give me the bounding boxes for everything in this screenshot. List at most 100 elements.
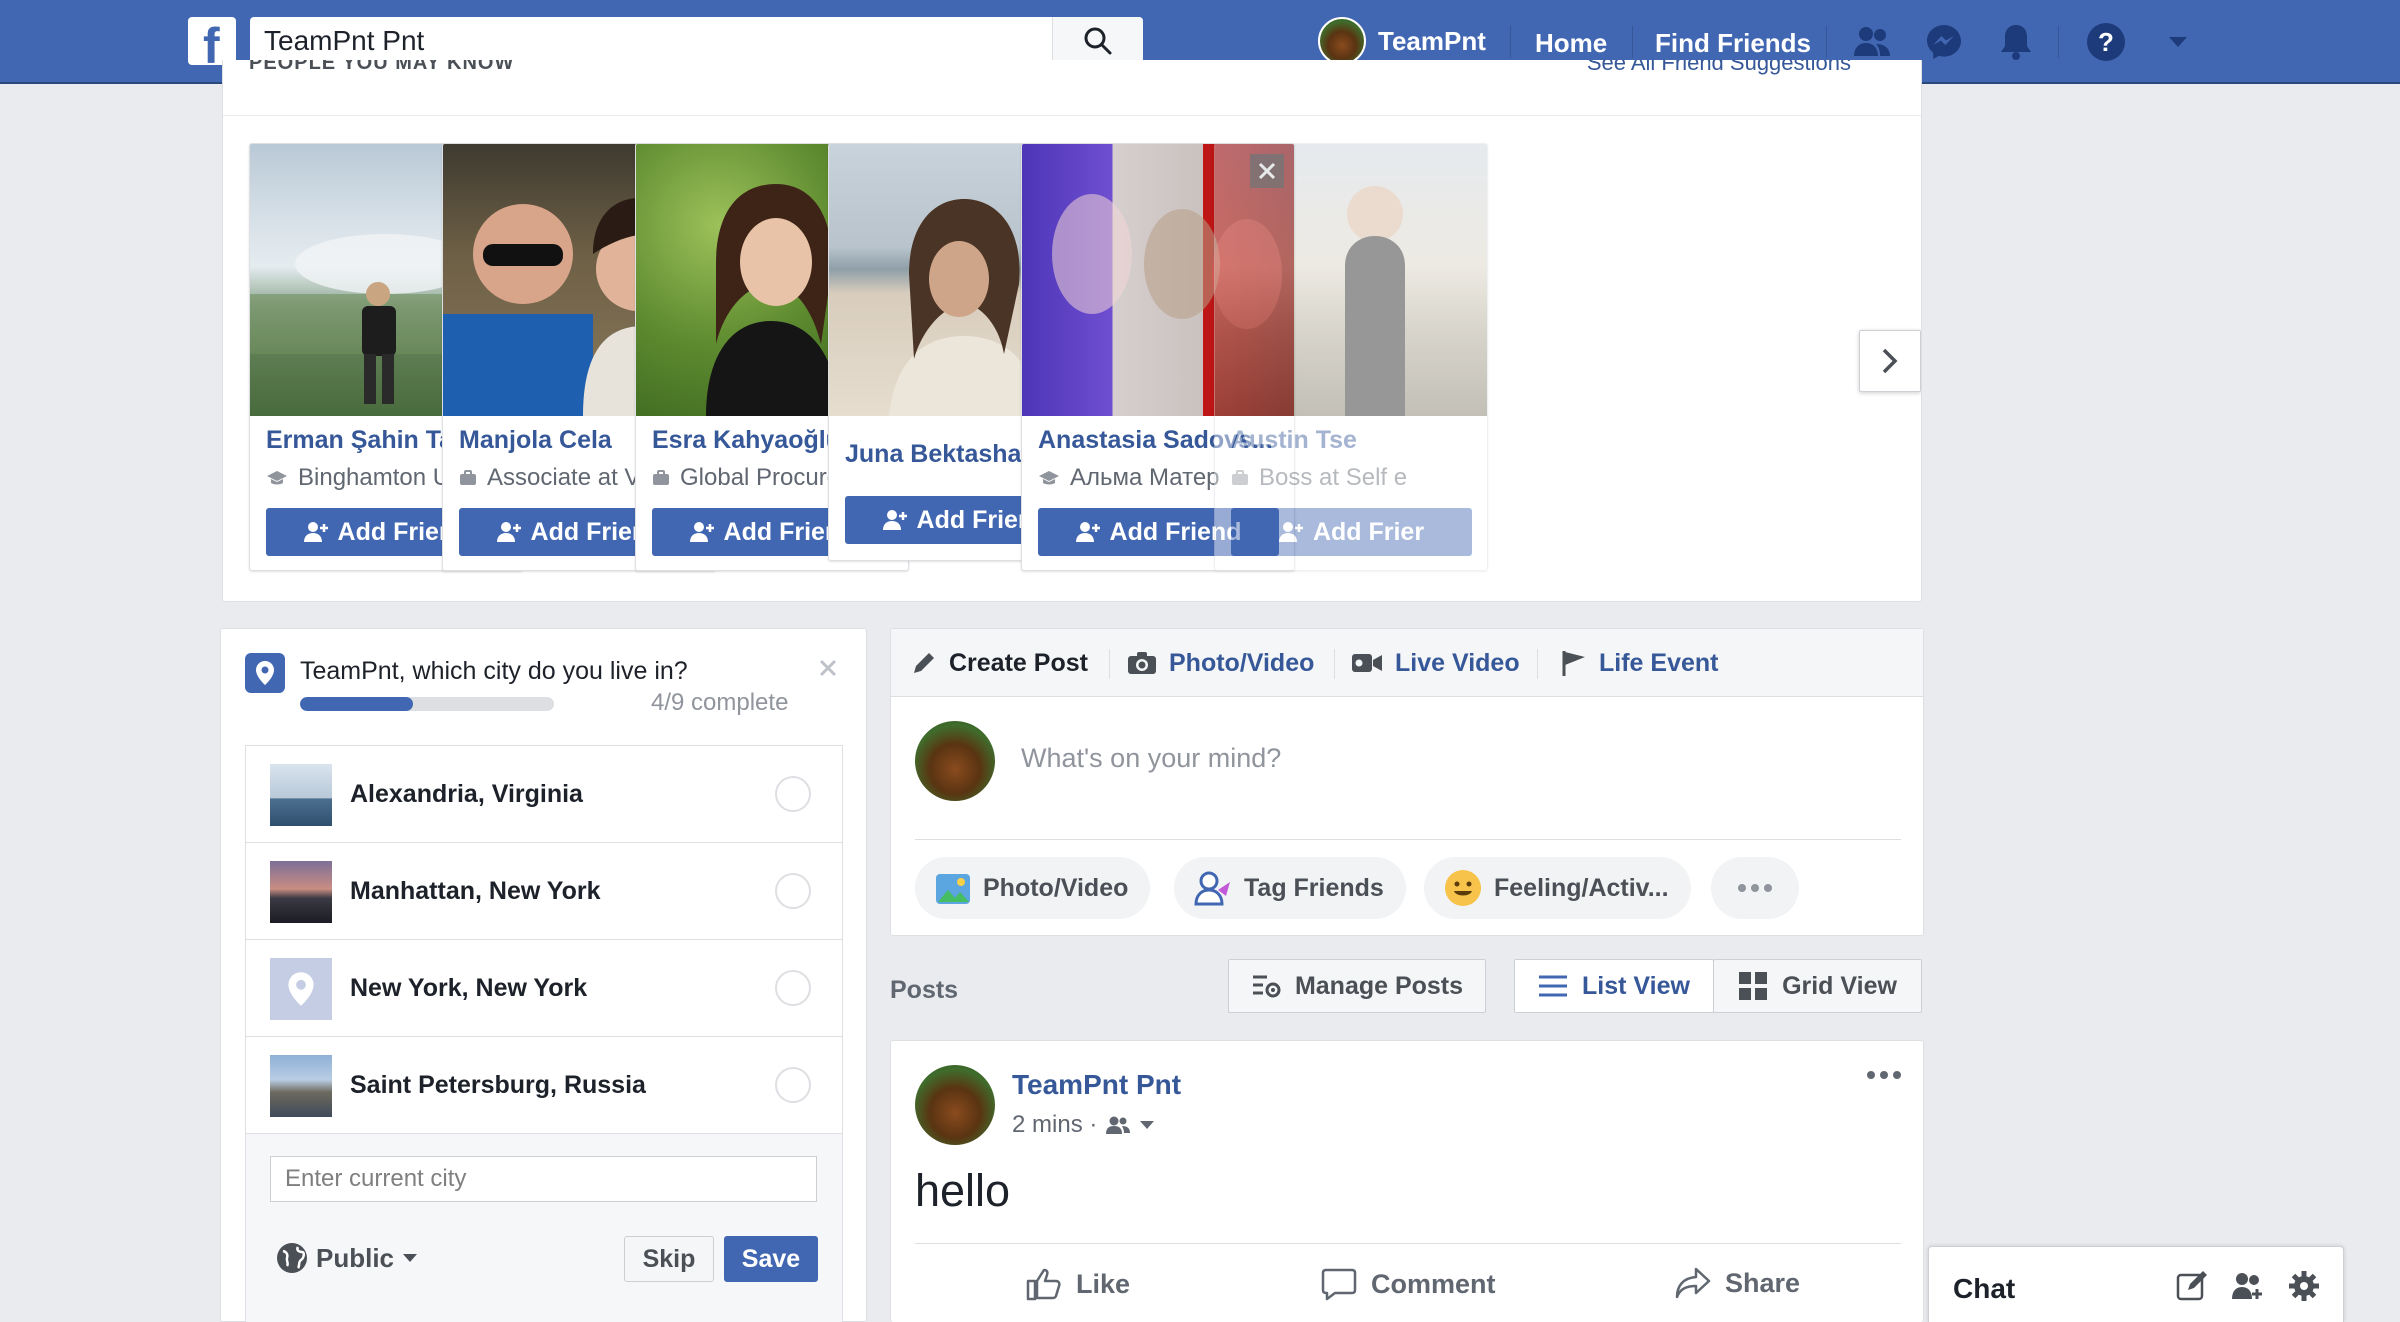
progress-count: 4/9 complete bbox=[651, 689, 789, 716]
grid-view-button[interactable]: Grid View bbox=[1713, 959, 1922, 1013]
add-friend-icon bbox=[496, 522, 521, 542]
post-text: hello bbox=[915, 1165, 1011, 1216]
city-thumbnail bbox=[270, 764, 332, 826]
suggestion-subtitle: Boss at Self e bbox=[1231, 464, 1481, 492]
privacy-label: Public bbox=[316, 1242, 395, 1273]
post-timestamp[interactable]: 2 mins · bbox=[1012, 1111, 1097, 1139]
tab-live-video[interactable]: Live Video bbox=[1351, 629, 1520, 697]
flag-icon bbox=[1562, 651, 1585, 676]
friends-audience-icon[interactable] bbox=[1105, 1115, 1131, 1135]
friend-requests-icon[interactable] bbox=[1852, 22, 1892, 62]
post-meta: 2 mins · bbox=[1012, 1111, 1155, 1139]
next-suggestions-button[interactable] bbox=[1859, 330, 1921, 392]
profile-photo[interactable] bbox=[1215, 144, 1487, 416]
save-button[interactable]: Save bbox=[724, 1236, 818, 1282]
feeling-activity-pill-button[interactable]: Feeling/Activ... bbox=[1424, 857, 1691, 919]
city-thumbnail bbox=[270, 958, 332, 1020]
pymk-title: PEOPLE YOU MAY KNOW bbox=[249, 60, 515, 74]
comment-button[interactable]: Comment bbox=[1321, 1267, 1496, 1301]
composer-divider bbox=[915, 839, 1901, 840]
city-option[interactable]: Alexandria, Virginia bbox=[246, 746, 842, 843]
share-button[interactable]: Share bbox=[1675, 1267, 1800, 1299]
profile-name: TeamPnt bbox=[1378, 25, 1486, 56]
city-options-list: Alexandria, Virginia Manhattan, New York… bbox=[245, 745, 843, 1322]
city-radio-button[interactable] bbox=[775, 970, 811, 1006]
composer-avatar bbox=[915, 721, 995, 801]
find-friends-link[interactable]: Find Friends bbox=[1655, 28, 1811, 59]
home-link[interactable]: Home bbox=[1535, 28, 1607, 59]
current-city-input[interactable] bbox=[270, 1156, 817, 1202]
city-option[interactable]: Manhattan, New York bbox=[246, 843, 842, 940]
photo-video-pill-button[interactable]: Photo/Video bbox=[915, 857, 1151, 919]
search-button[interactable] bbox=[1052, 17, 1143, 65]
post-author-avatar[interactable] bbox=[915, 1065, 995, 1145]
svg-text:?: ? bbox=[2098, 27, 2114, 57]
list-view-button[interactable]: List View bbox=[1514, 959, 1714, 1013]
messenger-icon[interactable] bbox=[1924, 22, 1964, 62]
post-author-name[interactable]: TeamPnt Pnt bbox=[1012, 1069, 1181, 1101]
thumbs-up-icon bbox=[1026, 1268, 1061, 1301]
status-input[interactable]: What's on your mind? bbox=[1021, 743, 1281, 774]
add-friend-icon bbox=[303, 522, 328, 542]
city-radio-button[interactable] bbox=[775, 1067, 811, 1103]
tag-friends-pill-button[interactable]: Tag Friends bbox=[1174, 857, 1406, 919]
more-icon bbox=[1738, 884, 1772, 892]
search-input[interactable] bbox=[250, 17, 1050, 65]
profile-link[interactable]: TeamPnt bbox=[1318, 17, 1486, 65]
like-button[interactable]: Like bbox=[1026, 1267, 1130, 1301]
city-radio-button[interactable] bbox=[775, 873, 811, 909]
profile-progress-bar bbox=[300, 697, 554, 711]
city-option[interactable]: New York, New York bbox=[246, 940, 842, 1037]
add-friend-icon bbox=[689, 522, 714, 542]
see-all-suggestions-link[interactable]: See All Friend Suggestions bbox=[1587, 60, 1851, 76]
suggestion-name[interactable]: Austin Tse bbox=[1231, 426, 1481, 455]
video-camera-icon bbox=[1352, 654, 1382, 672]
work-icon bbox=[1232, 470, 1248, 485]
work-icon bbox=[653, 470, 669, 485]
add-friend-icon bbox=[1278, 522, 1303, 542]
close-city-prompt-button[interactable] bbox=[813, 653, 843, 683]
add-friend-icon bbox=[882, 510, 907, 530]
create-group-icon[interactable] bbox=[2231, 1269, 2265, 1303]
notifications-icon[interactable] bbox=[1996, 22, 2036, 62]
city-thumbnail bbox=[270, 1055, 332, 1117]
city-question: TeamPnt, which city do you live in? bbox=[300, 657, 688, 685]
add-friend-icon bbox=[1075, 522, 1100, 542]
tab-create-post[interactable]: Create Post bbox=[911, 629, 1088, 697]
current-city-prompt: TeamPnt, which city do you live in? 4/9 … bbox=[220, 628, 867, 1322]
work-icon bbox=[460, 470, 476, 485]
more-icon bbox=[1867, 1071, 1901, 1079]
facebook-logo[interactable]: f bbox=[188, 17, 236, 65]
tab-photo-video[interactable]: Photo/Video bbox=[1127, 629, 1314, 697]
skip-button[interactable]: Skip bbox=[624, 1236, 714, 1282]
photo-icon bbox=[936, 874, 970, 904]
compose-message-icon[interactable] bbox=[2175, 1269, 2209, 1303]
location-pin-icon bbox=[245, 653, 285, 693]
chevron-down-icon[interactable] bbox=[1139, 1120, 1155, 1130]
people-you-may-know-panel: PEOPLE YOU MAY KNOW See All Friend Sugge… bbox=[222, 60, 1922, 602]
tag-friends-icon bbox=[1194, 871, 1230, 906]
chat-settings-gear-icon[interactable] bbox=[2287, 1269, 2321, 1303]
add-friend-button[interactable]: Add Frier bbox=[1231, 508, 1472, 556]
pymk-header: PEOPLE YOU MAY KNOW See All Friend Sugge… bbox=[223, 60, 1921, 116]
city-option-label: Manhattan, New York bbox=[350, 877, 601, 905]
more-options-pill-button[interactable] bbox=[1711, 857, 1799, 919]
account-menu-icon[interactable] bbox=[2158, 22, 2198, 62]
nav-divider bbox=[1632, 26, 1633, 58]
close-icon bbox=[819, 659, 837, 677]
post-options-button[interactable] bbox=[1867, 1071, 1901, 1079]
manage-posts-button[interactable]: Manage Posts bbox=[1228, 959, 1486, 1013]
list-icon bbox=[1539, 975, 1568, 997]
nav-divider bbox=[1510, 26, 1511, 58]
posts-heading: Posts bbox=[890, 976, 959, 1004]
tab-life-event[interactable]: Life Event bbox=[1561, 629, 1718, 697]
privacy-selector[interactable]: Public bbox=[276, 1242, 418, 1274]
city-option[interactable]: Saint Petersburg, Russia bbox=[246, 1037, 842, 1134]
map-pin-icon bbox=[288, 972, 314, 1006]
city-radio-button[interactable] bbox=[775, 776, 811, 812]
help-icon[interactable]: ? bbox=[2086, 22, 2126, 62]
search-icon bbox=[1084, 27, 1112, 55]
manage-posts-icon bbox=[1252, 975, 1281, 998]
pencil-icon bbox=[914, 653, 934, 673]
chat-bar[interactable]: Chat bbox=[1928, 1246, 2344, 1322]
